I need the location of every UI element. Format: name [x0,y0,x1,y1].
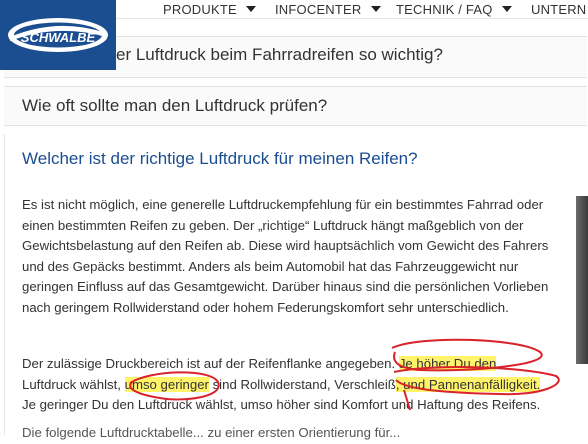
logo-text: SCHWALBE [21,30,96,45]
faq-item-1-question: er Luftdruck beim Fahrradreifen so wicht… [116,45,443,64]
highlight-pannenanfaelligkeit: , und Pannenanfälligkeit. [395,376,541,392]
answer-text-2: Der zulässige Druckbereich ist auf der R… [22,354,570,416]
nav-technik-faq-label: TECHNIK / FAQ [396,1,493,17]
nav-infocenter-label: INFOCENTER [275,1,362,17]
answer-text-1: Es ist nicht möglich, eine generelle Luf… [22,197,549,315]
answer-text-2d: Je geringer Du den Luftdruck wählst, ums… [22,397,541,412]
chevron-down-icon [370,6,381,12]
highlight-je-hoeher: Je höher Du den [398,356,497,371]
answer-text-2b: Luftdruck wählst, [22,376,125,392]
chevron-down-icon [501,6,512,12]
nav-technik-faq[interactable]: TECHNIK / FAQ [396,0,512,18]
faq-item-2-question: Wie oft sollte man den Luftdruck prüfen? [22,96,328,115]
nav-unternehmen-label: UNTERN [531,1,587,17]
side-image [576,196,588,364]
answer-text-2a: Der zulässige Druckbereich ist auf der R… [22,356,396,371]
highlight-umso-geringer: umso geringer [124,376,209,392]
answer-paragraph-3-cut: Die folgende Luftdrucktabelle... zu eine… [22,423,570,444]
chevron-down-icon [245,6,256,12]
answer-text-3: Die folgende Luftdrucktabelle... zu eine… [22,425,401,440]
nav-infocenter[interactable]: INFOCENTER [275,0,381,18]
answer-text-2c: sind Rollwiderstand, Verschleiß [208,376,396,392]
faq-item-3-question-active[interactable]: Welcher ist der richtige Luftdruck für m… [22,149,418,169]
answer-paragraph-2: Der zulässige Druckbereich ist auf der R… [22,354,570,416]
nav-unternehmen[interactable]: UNTERN [531,0,586,18]
schwalbe-logo[interactable]: SCHWALBE [0,0,116,70]
faq-item-2[interactable]: Wie oft sollte man den Luftdruck prüfen? [4,86,587,126]
nav-produkte-label: PRODUKTE [163,1,237,17]
logo-emblem: SCHWALBE [8,18,108,52]
nav-produkte[interactable]: PRODUKTE [163,0,256,18]
answer-paragraph-1: Es ist nicht möglich, eine generelle Luf… [22,195,570,318]
